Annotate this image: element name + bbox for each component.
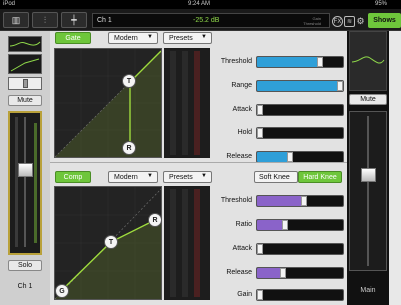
gate-param-label: Release	[226, 153, 252, 160]
comp-threshold-handle[interactable]: T	[104, 235, 118, 249]
mixer-view-button[interactable]: ▥	[3, 12, 29, 28]
slider-fill	[257, 196, 305, 206]
shows-button[interactable]: Shows	[368, 13, 401, 28]
comp-attack-slider[interactable]	[256, 243, 344, 255]
slider-fill	[257, 81, 343, 91]
comp-param-label: Threshold	[220, 197, 252, 204]
gate-param-label: Range	[231, 82, 252, 89]
comp-gain-handle[interactable]: G	[55, 284, 69, 298]
gate-graph[interactable]: T R	[54, 48, 162, 158]
fx-button[interactable]: FX	[332, 16, 343, 27]
single-fader-button[interactable]: ┿	[61, 12, 87, 28]
right-channel-strip: Mute Main	[347, 31, 401, 305]
slider-thumb[interactable]	[301, 196, 308, 206]
comp-param-label: Attack	[232, 245, 252, 252]
status-bar: iPod 9:24 AM 95%	[0, 0, 401, 9]
gate-attack-slider[interactable]	[256, 104, 344, 116]
fader-icon: ┿	[71, 14, 77, 25]
fader-track	[24, 117, 26, 247]
comp-enable-button[interactable]: Comp	[55, 171, 91, 183]
eq-curve-icon	[351, 56, 385, 64]
solo-button[interactable]: Solo	[8, 260, 42, 271]
slider-thumb[interactable]	[257, 128, 263, 138]
pan-knob[interactable]	[23, 79, 28, 88]
gate-enable-button[interactable]: Gate	[55, 32, 91, 44]
pan-control[interactable]	[8, 77, 42, 90]
channel-name: Ch 1	[97, 17, 112, 24]
eq-icon[interactable]: ≋	[344, 16, 355, 27]
faders-icon: ⫶	[43, 14, 47, 25]
gate-param-label: Attack	[232, 106, 252, 113]
comp-ratio-slider[interactable]	[256, 219, 344, 231]
side-panel-edge	[389, 31, 401, 305]
main-eq-thumbnail[interactable]	[349, 31, 387, 91]
soft-knee-button[interactable]: Soft Knee	[254, 171, 298, 183]
slider-thumb[interactable]	[286, 152, 293, 162]
gate-param-label: Threshold	[220, 58, 252, 65]
eq-curve-icon	[9, 41, 41, 47]
slider-thumb[interactable]	[257, 244, 263, 254]
gate-param-label: Hold	[237, 129, 252, 136]
slider-thumb[interactable]	[257, 290, 264, 300]
clock: 9:24 AM	[188, 1, 211, 7]
section-divider	[50, 162, 347, 163]
gate-presets-select[interactable]: Presets ▼	[163, 32, 212, 44]
comp-graph[interactable]: G T R	[54, 186, 162, 300]
channel-label: Ch 1	[17, 283, 33, 290]
dynamics-panel: Gate Modern ▼ Presets ▼ T R Threshold Range…	[50, 31, 347, 305]
carrier-label: iPod	[3, 1, 16, 7]
slider-thumb[interactable]	[316, 57, 323, 67]
keyboard-icon: ▥	[11, 14, 21, 25]
dynamics-curve-icon	[10, 58, 40, 72]
faders-view-button[interactable]: ⫶	[32, 12, 58, 28]
comp-param-label: Release	[226, 269, 252, 276]
fader-cap[interactable]	[18, 163, 33, 177]
comp-param-label: Gain	[237, 291, 252, 298]
top-toolbar: ▥ ⫶ ┿ Ch 1 -25.2 dB Gain Threshold FX ≋ …	[0, 9, 401, 31]
comp-mode-select[interactable]: Modern ▼	[108, 171, 158, 183]
main-mute-button[interactable]: Mute	[349, 94, 387, 105]
slider-thumb[interactable]	[337, 81, 343, 91]
gate-hold-slider[interactable]	[256, 127, 344, 139]
main-channel-label: Main	[360, 287, 376, 294]
slider-fill	[257, 57, 320, 67]
eq-thumbnail[interactable]	[8, 36, 42, 52]
level-meter	[15, 117, 18, 247]
hard-knee-button[interactable]: Hard Knee	[298, 171, 342, 183]
main-fader[interactable]	[349, 111, 387, 271]
battery-label: 95%	[375, 1, 388, 7]
slider-thumb[interactable]	[279, 268, 286, 278]
comp-threshold-slider[interactable]	[256, 195, 344, 207]
gate-threshold-slider[interactable]	[256, 56, 344, 68]
chevron-down-icon: ▼	[147, 173, 153, 179]
comp-param-label: Ratio	[235, 221, 252, 228]
level-readout: -25.2 dB	[193, 17, 220, 24]
slider-thumb[interactable]	[281, 220, 288, 230]
gate-threshold-handle[interactable]: T	[122, 74, 136, 88]
dynamics-thumbnail[interactable]	[8, 54, 42, 74]
chevron-down-icon: ▼	[201, 34, 207, 40]
gate-range-handle[interactable]: R	[122, 141, 136, 155]
comp-release-slider[interactable]	[256, 267, 344, 279]
fader-cap[interactable]	[361, 168, 376, 182]
channel-name-display[interactable]: Ch 1 -25.2 dB Gain Threshold	[92, 13, 330, 28]
left-channel-strip: Mute Solo Ch 1	[0, 31, 50, 305]
comp-gain-slider[interactable]	[256, 289, 344, 301]
gate-range-slider[interactable]	[256, 80, 344, 92]
slider-fill	[257, 220, 285, 230]
comp-ratio-handle[interactable]: R	[148, 213, 162, 227]
gate-mode-select[interactable]: Modern ▼	[108, 32, 158, 44]
slider-fill	[257, 152, 290, 162]
gear-icon[interactable]: ⚙	[355, 16, 366, 27]
chevron-down-icon: ▼	[201, 173, 207, 179]
level-readout-labels: Gain Threshold	[303, 16, 321, 26]
chevron-down-icon: ▼	[147, 34, 153, 40]
slider-thumb[interactable]	[257, 105, 264, 115]
channel-fader[interactable]	[8, 111, 42, 255]
level-meter-right	[34, 123, 37, 243]
mute-button[interactable]: Mute	[8, 95, 42, 106]
comp-presets-select[interactable]: Presets ▼	[163, 171, 212, 183]
